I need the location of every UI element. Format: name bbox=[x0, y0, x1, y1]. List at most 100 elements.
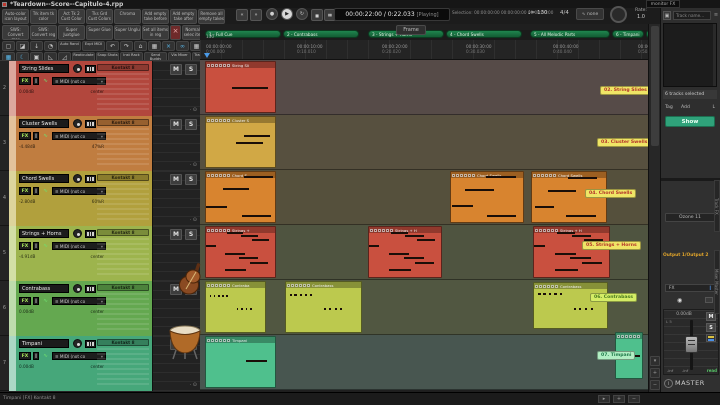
master-solo-button[interactable]: S bbox=[706, 323, 716, 332]
track-name-box[interactable]: Cluster Swells bbox=[19, 119, 69, 128]
toolbar-button[interactable]: Set all items in reg bbox=[142, 25, 169, 40]
auto-rand-button[interactable]: Auto Rand bbox=[58, 41, 81, 51]
info-icon[interactable]: i bbox=[664, 379, 673, 388]
routing-icon[interactable]: ∿ bbox=[41, 187, 50, 195]
meter-options-icons[interactable]: · ⊙ bbox=[190, 218, 197, 223]
note-label[interactable]: 03. Cluster Swells bbox=[597, 138, 648, 147]
panel-menu-icon[interactable]: ≡ bbox=[713, 11, 719, 20]
hzoom-out-button[interactable]: − bbox=[628, 395, 640, 403]
fx-bypass-button[interactable]: ❙ bbox=[33, 132, 39, 140]
tcp-track-strings-horns[interactable]: 5Strings + HornsFX❙∿▾≡ MIDI (not co-4.91… bbox=[0, 226, 200, 281]
instrument-fx-slot[interactable]: Kontakt 8 bbox=[97, 119, 149, 126]
volume-readout[interactable]: 0.00dB bbox=[19, 89, 34, 94]
new-project-icon[interactable]: ▢ bbox=[2, 41, 15, 51]
media-item[interactable]: Cluster S bbox=[205, 116, 276, 168]
media-item[interactable]: Strings + H bbox=[533, 226, 610, 278]
record-button[interactable]: ● bbox=[266, 8, 278, 20]
fx-bypass-button[interactable]: ❙ bbox=[33, 297, 39, 305]
toolbar-button[interactable]: Remove all empty takes bbox=[198, 9, 225, 24]
toolbar-button[interactable]: Super Juxtglue bbox=[58, 25, 85, 40]
instrument-fx-slot[interactable]: Kontakt 8 bbox=[97, 229, 149, 236]
fx-button[interactable]: FX bbox=[19, 352, 31, 360]
screenset-icon[interactable]: ▦ bbox=[148, 41, 161, 51]
goto-end-button[interactable]: » bbox=[250, 9, 262, 21]
master-fx-slot[interactable]: Ozone 11 bbox=[665, 213, 715, 222]
media-item[interactable]: Contraba bbox=[205, 281, 266, 333]
track-list-box[interactable] bbox=[663, 23, 717, 87]
automation-mode[interactable]: read bbox=[707, 368, 717, 373]
io-meter-icon[interactable] bbox=[706, 334, 716, 342]
dock-tab-mixer-master[interactable]: Mixer Master bbox=[714, 250, 720, 314]
frame-unit-button[interactable]: Frame bbox=[396, 25, 426, 35]
solo-button[interactable]: S bbox=[185, 119, 197, 130]
track-lane-7[interactable]: Timpani T bbox=[200, 332, 648, 390]
meter-options-icons[interactable]: · ⊙ bbox=[190, 108, 197, 113]
region-marker[interactable]: 4 - Chord Swells bbox=[446, 30, 522, 38]
fx-bypass-button[interactable]: ❙ bbox=[33, 187, 39, 195]
volume-readout[interactable]: 0.00dB bbox=[19, 309, 34, 314]
record-arm-button[interactable] bbox=[73, 119, 82, 128]
playrate-knob[interactable] bbox=[610, 6, 627, 23]
track-name-box[interactable]: Contrabass bbox=[19, 284, 69, 293]
cut-items-icon[interactable]: × bbox=[162, 41, 175, 51]
toolbar-button[interactable]: Trk item tk color bbox=[30, 9, 57, 24]
master-fx-button[interactable]: FX ❙ bbox=[665, 284, 715, 292]
list-scrollbar[interactable] bbox=[713, 24, 716, 86]
toolbar-button[interactable]: Chroma bbox=[114, 9, 141, 24]
note-label[interactable]: 07. Timpani bbox=[597, 351, 636, 360]
region-marker[interactable]: 1 - Full Cue bbox=[205, 30, 281, 38]
routing-icon[interactable]: ∿ bbox=[41, 242, 50, 250]
track-name-box[interactable]: String Slides bbox=[19, 64, 69, 73]
routing-icon[interactable]: ∿ bbox=[41, 352, 50, 360]
track-name-filter-input[interactable]: Track name... bbox=[673, 11, 711, 20]
media-item[interactable]: Chord S bbox=[205, 171, 276, 223]
toolbar-button[interactable]: Super Unglu bbox=[114, 25, 141, 40]
solo-button[interactable]: S bbox=[185, 229, 197, 240]
import-icon[interactable]: ↓ bbox=[30, 41, 43, 51]
master-fader-knob[interactable] bbox=[685, 336, 698, 353]
routing-icon[interactable]: ∿ bbox=[41, 297, 50, 305]
toolbar-button[interactable]: Super Glue bbox=[86, 25, 113, 40]
meter-options-icons[interactable]: · ⊙ bbox=[190, 383, 197, 388]
routing-icon[interactable]: ∿ bbox=[41, 132, 50, 140]
fx-bypass-button[interactable]: ❙ bbox=[33, 77, 39, 85]
fx-bypass-button[interactable]: ❙ bbox=[33, 352, 39, 360]
record-arm-icon[interactable]: ◉ bbox=[677, 297, 682, 304]
toolbar-button[interactable]: Tks Grd Cust Colors bbox=[86, 9, 113, 24]
solo-button[interactable]: S bbox=[185, 174, 197, 185]
media-item[interactable]: Strings + H bbox=[368, 226, 442, 278]
instrument-fx-slot[interactable]: Kontakt 8 bbox=[97, 64, 149, 71]
instrument-fx-slot[interactable]: Kontakt 8 bbox=[97, 284, 149, 291]
stop-button[interactable]: ■ bbox=[311, 9, 323, 21]
instrument-fx-slot[interactable]: Kontakt 8 bbox=[97, 339, 149, 346]
record-arm-button[interactable] bbox=[73, 284, 82, 293]
play-button[interactable]: ▶ bbox=[281, 8, 293, 20]
clock-icon[interactable]: ◔ bbox=[44, 41, 57, 51]
glue-items-icon[interactable]: ∞ bbox=[176, 41, 189, 51]
note-label[interactable]: 05. Strings + Horns bbox=[582, 241, 641, 250]
vertical-scrollbar[interactable]: ▾ + − bbox=[648, 24, 660, 392]
fx-button[interactable]: FX bbox=[19, 77, 31, 85]
track-lane-2[interactable]: String Sli bbox=[200, 60, 648, 115]
lock-icon[interactable]: ▣ bbox=[663, 11, 671, 20]
mute-button[interactable]: M bbox=[170, 229, 182, 240]
repeat-button[interactable]: ↻ bbox=[296, 8, 308, 20]
record-arm-button[interactable] bbox=[73, 174, 82, 183]
media-item[interactable]: Strings + bbox=[205, 226, 276, 278]
vzoom-in-button[interactable]: + bbox=[650, 368, 660, 378]
tcp-track-chord-swells[interactable]: 4Chord SwellsFX❙∿▾≡ MIDI (not co-2.80dB6… bbox=[0, 171, 200, 226]
toolbar-button[interactable]: SWS: Convert mar bbox=[2, 25, 29, 40]
volume-readout[interactable]: -4.91dB bbox=[19, 254, 35, 259]
hzoom-in-button[interactable]: + bbox=[613, 395, 625, 403]
fx-button[interactable]: FX bbox=[19, 187, 31, 195]
volume-readout[interactable]: 0.00dB bbox=[19, 364, 34, 369]
export-midi-button[interactable]: Expt MIDI bbox=[82, 41, 105, 51]
record-arm-button[interactable] bbox=[73, 64, 82, 73]
record-arm-button[interactable] bbox=[73, 339, 82, 348]
fx-bypass-button[interactable]: ❙ bbox=[33, 242, 39, 250]
toolbar-button[interactable]: SWS: Convert reg bbox=[30, 25, 57, 40]
toolbar-button[interactable]: × bbox=[170, 25, 181, 40]
track-name-box[interactable]: Chord Swells bbox=[19, 174, 69, 183]
vzoom-out-button[interactable]: − bbox=[650, 380, 660, 390]
mute-button[interactable]: M bbox=[170, 64, 182, 75]
